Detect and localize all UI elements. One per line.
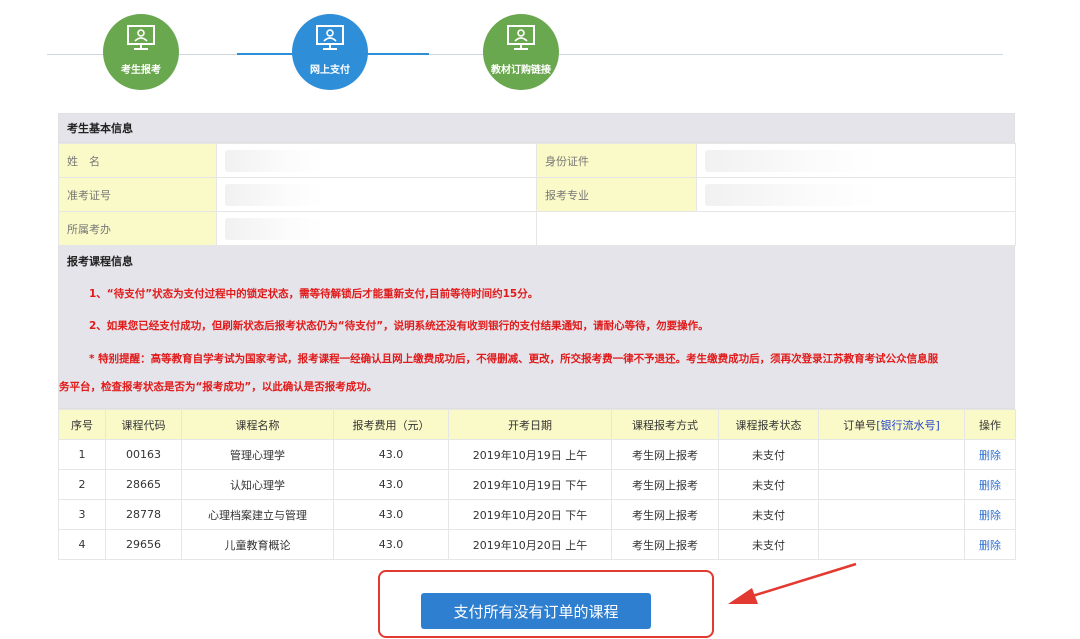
cell-no: 1 — [58, 439, 106, 470]
cell-date: 2019年10月20日 下午 — [448, 499, 612, 530]
monitor-user-icon — [316, 24, 344, 50]
cell-method: 考生网上报考 — [611, 499, 719, 530]
progress-steps: 考生报考 网上支付 教材订购链接 — [0, 0, 1080, 110]
ticket-value — [216, 177, 537, 212]
col-header-order: 订单号[银行流水号] — [818, 409, 965, 440]
notice-payment-sync: 2、如果您已经支付成功，但刷新状态后报考状态仍为“待支付”，说明系统还没有收到银… — [89, 320, 709, 332]
cell-name: 管理心理学 — [181, 439, 334, 470]
cell-fee: 43.0 — [333, 499, 449, 530]
bank-serial-label: [银行流水号] — [876, 418, 940, 432]
cell-no: 3 — [58, 499, 106, 530]
col-header-op: 操作 — [964, 409, 1016, 440]
cell-order — [818, 469, 965, 500]
col-header-code: 课程代码 — [105, 409, 182, 440]
cell-name: 儿童教育概论 — [181, 529, 334, 560]
cell-code: 00163 — [105, 439, 182, 470]
monitor-user-icon — [507, 24, 535, 50]
notice-pending-lock: 1、“待支付”状态为支付过程中的锁定状态，需等待解锁后才能重新支付,目前等待时间… — [89, 288, 539, 300]
redacted-value — [705, 149, 880, 172]
cell-fee: 43.0 — [333, 529, 449, 560]
table-row: 2 28665 认知心理学 43.0 2019年10月19日 下午 考生网上报考… — [58, 469, 1016, 500]
cell-date: 2019年10月19日 上午 — [448, 439, 612, 470]
step-exam-registration[interactable]: 考生报考 — [103, 14, 179, 90]
cell-order — [818, 439, 965, 470]
step-label: 考生报考 — [121, 64, 161, 76]
cell-method: 考生网上报考 — [611, 529, 719, 560]
red-arrow-icon — [728, 562, 857, 604]
cell-no: 2 — [58, 469, 106, 500]
delete-link[interactable]: 删除 — [979, 449, 1001, 462]
cell-code: 29656 — [105, 529, 182, 560]
notice-special-line1: * 特别提醒：高等教育自学考试为国家考试，报考课程一经确认且网上缴费成功后，不得… — [89, 353, 939, 365]
col-header-method: 课程报考方式 — [611, 409, 719, 440]
office-value — [216, 211, 537, 246]
ticket-label: 准考证号 — [58, 177, 217, 212]
registration-panel: 考生基本信息 姓 名 身份证件 准考证号 报考专业 所属考办 报考课程信息 1、… — [58, 113, 1016, 560]
cell-op: 删除 — [964, 529, 1016, 560]
cell-order — [818, 499, 965, 530]
id-value — [696, 143, 1016, 178]
cell-method: 考生网上报考 — [611, 439, 719, 470]
course-table: 序号 课程代码 课程名称 报考费用（元） 开考日期 课程报考方式 课程报考状态 … — [58, 409, 1016, 560]
cell-date: 2019年10月19日 下午 — [448, 469, 612, 500]
col-header-fee: 报考费用（元） — [333, 409, 449, 440]
cell-code: 28665 — [105, 469, 182, 500]
step-textbook-order[interactable]: 教材订购链接 — [483, 14, 559, 90]
cell-status: 未支付 — [718, 529, 819, 560]
col-header-date: 开考日期 — [448, 409, 612, 440]
major-label: 报考专业 — [536, 177, 697, 212]
cell-status: 未支付 — [718, 499, 819, 530]
office-label: 所属考办 — [58, 211, 217, 246]
cell-fee: 43.0 — [333, 469, 449, 500]
monitor-user-icon — [127, 24, 155, 50]
major-value — [696, 177, 1016, 212]
redacted-value — [225, 183, 325, 206]
col-header-no: 序号 — [58, 409, 106, 440]
step-online-payment[interactable]: 网上支付 — [292, 14, 368, 90]
course-info-title: 报考课程信息 — [67, 255, 133, 268]
cell-method: 考生网上报考 — [611, 469, 719, 500]
cell-status: 未支付 — [718, 439, 819, 470]
table-row: 4 29656 儿童教育概论 43.0 2019年10月20日 上午 考生网上报… — [58, 529, 1016, 560]
cell-fee: 43.0 — [333, 439, 449, 470]
name-value — [216, 143, 537, 178]
basic-info-title: 考生基本信息 — [58, 113, 1015, 143]
course-info-section: 报考课程信息 1、“待支付”状态为支付过程中的锁定状态，需等待解锁后才能重新支付… — [58, 246, 1015, 409]
cell-op: 删除 — [964, 469, 1016, 500]
notice-special-line2: 务平台，检查报考状态是否为“报考成功”，以此确认是否报考成功。 — [59, 381, 378, 393]
col-header-status: 课程报考状态 — [718, 409, 819, 440]
cell-op: 删除 — [964, 499, 1016, 530]
table-row: 3 28778 心理档案建立与管理 43.0 2019年10月20日 下午 考生… — [58, 499, 1016, 530]
notice-special-reminder: * 特别提醒：高等教育自学考试为国家考试，报考课程一经确认且网上缴费成功后，不得… — [59, 342, 1014, 408]
cell-name: 心理档案建立与管理 — [181, 499, 334, 530]
id-label: 身份证件 — [536, 143, 697, 178]
redacted-value — [225, 149, 325, 172]
delete-link[interactable]: 删除 — [979, 509, 1001, 522]
delete-link[interactable]: 删除 — [979, 479, 1001, 492]
order-label: 订单号 — [843, 418, 877, 432]
table-header-row: 序号 课程代码 课程名称 报考费用（元） 开考日期 课程报考方式 课程报考状态 … — [58, 409, 1016, 440]
basic-info-table: 姓 名 身份证件 准考证号 报考专业 所属考办 — [58, 143, 1016, 246]
cell-status: 未支付 — [718, 469, 819, 500]
pay-all-button[interactable]: 支付所有没有订单的课程 — [421, 593, 651, 629]
cell-order — [818, 529, 965, 560]
redacted-value — [705, 183, 880, 206]
redacted-value — [225, 217, 325, 240]
col-header-name: 课程名称 — [181, 409, 334, 440]
cell-code: 28778 — [105, 499, 182, 530]
empty-cell — [536, 211, 1016, 246]
step-label: 网上支付 — [310, 64, 350, 76]
cell-date: 2019年10月20日 上午 — [448, 529, 612, 560]
step-label: 教材订购链接 — [491, 64, 551, 76]
delete-link[interactable]: 删除 — [979, 539, 1001, 552]
cell-no: 4 — [58, 529, 106, 560]
name-label: 姓 名 — [58, 143, 217, 178]
cell-name: 认知心理学 — [181, 469, 334, 500]
cell-op: 删除 — [964, 439, 1016, 470]
table-row: 1 00163 管理心理学 43.0 2019年10月19日 上午 考生网上报考… — [58, 439, 1016, 470]
